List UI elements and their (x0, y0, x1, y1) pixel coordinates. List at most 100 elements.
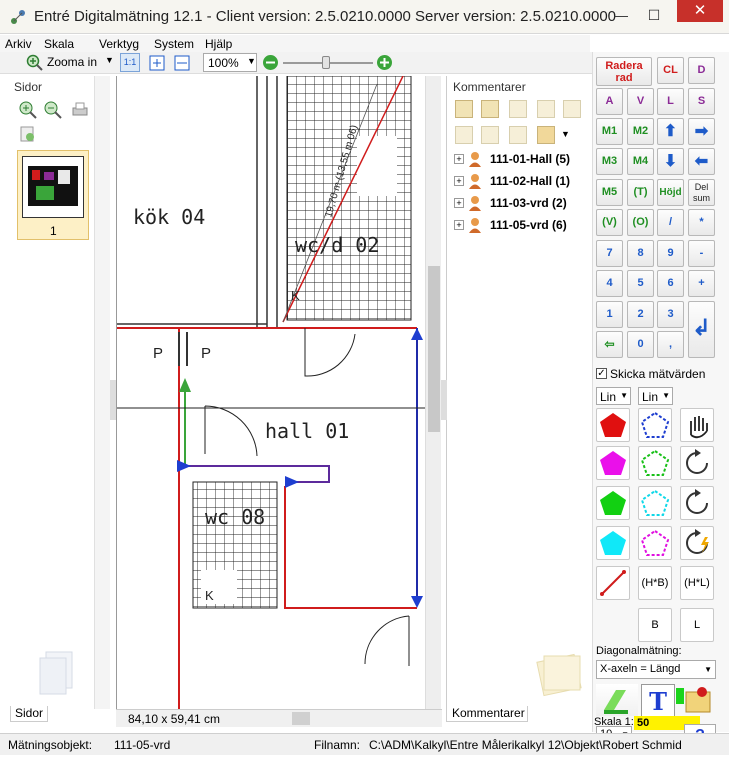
cyan-pentagon-outline-tool[interactable] (638, 486, 672, 520)
arrow-right-icon[interactable]: ➡ (688, 118, 715, 145)
highlighter-tool[interactable] (596, 684, 638, 716)
key-l[interactable]: L (657, 88, 684, 115)
clear-button[interactable]: CL (657, 57, 684, 84)
line-measure-tool[interactable] (596, 566, 630, 600)
key-m1[interactable]: M1 (596, 118, 623, 145)
arrow-left-icon[interactable]: ⬅ (688, 148, 715, 175)
actual-size-button[interactable]: 1:1 (120, 53, 140, 72)
arrow-down-icon[interactable]: ⬇ (657, 148, 684, 175)
key-4[interactable]: 4 (596, 270, 623, 297)
expand-icon[interactable]: + (454, 220, 464, 230)
backspace-icon[interactable]: ⇦ (596, 331, 623, 358)
key-0[interactable]: 0 (627, 331, 654, 358)
key-m2[interactable]: M2 (627, 118, 654, 145)
add-comment-icon[interactable] (455, 100, 473, 118)
edit-comment-icon[interactable] (481, 100, 499, 118)
magenta-pentagon-outline-tool[interactable] (638, 526, 672, 560)
skicka-checkbox[interactable]: ✓ (596, 368, 607, 379)
canvas-vscroll-thumb[interactable] (428, 266, 440, 432)
key-d[interactable]: D (688, 57, 715, 84)
menu-verktyg[interactable]: Verktyg (99, 37, 139, 51)
note-tool-icon[interactable] (680, 684, 716, 716)
key-hojd[interactable]: Höjd (657, 179, 684, 206)
page-thumbnail-selected[interactable]: 1 (17, 150, 89, 240)
key-9[interactable]: 9 (657, 240, 684, 267)
zoom-out-icon[interactable] (43, 100, 63, 120)
comment-action-icon[interactable] (509, 126, 527, 144)
key-a[interactable]: A (596, 88, 623, 115)
key-comma[interactable]: , (657, 331, 684, 358)
b-button[interactable]: B (638, 608, 672, 642)
comment-action-icon[interactable] (481, 126, 499, 144)
key-minus[interactable]: - (688, 240, 715, 267)
key-vv[interactable]: (V) (596, 209, 623, 236)
green-pentagon-tool[interactable] (596, 486, 630, 520)
expand-icon[interactable]: + (454, 198, 464, 208)
line-type-select-2[interactable]: Lin ▼ (638, 387, 673, 405)
hb-button[interactable]: (H*B) (638, 566, 672, 600)
menu-skala[interactable]: Skala (44, 37, 74, 51)
right-splitter[interactable] (441, 380, 447, 420)
key-divide[interactable]: / (657, 209, 684, 236)
comment-action-icon[interactable] (509, 100, 527, 118)
key-oo[interactable]: (O) (627, 209, 654, 236)
green-pentagon-outline-tool[interactable] (638, 446, 672, 480)
fit-width-icon[interactable] (173, 54, 191, 72)
key-s[interactable]: S (688, 88, 715, 115)
radera-rad-button[interactable]: Radera rad (596, 57, 652, 86)
key-m4[interactable]: M4 (627, 148, 654, 175)
key-t[interactable]: (T) (627, 179, 654, 206)
magenta-pentagon-tool[interactable] (596, 446, 630, 480)
tab-kommentarer[interactable]: Kommentarer (446, 706, 528, 722)
expand-icon[interactable]: + (454, 154, 464, 164)
key-1[interactable]: 1 (596, 301, 623, 328)
cyan-pentagon-tool[interactable] (596, 526, 630, 560)
hand-pan-icon[interactable] (680, 408, 714, 442)
expand-icon[interactable]: + (454, 176, 464, 186)
fit-page-icon[interactable] (148, 54, 166, 72)
diagonal-select[interactable]: X-axeln = Längd ▼ (596, 660, 716, 679)
key-delsum[interactable]: Del sum (688, 179, 715, 206)
canvas-hscroll-thumb[interactable] (292, 712, 310, 725)
text-tool-icon[interactable]: T (641, 684, 675, 718)
key-5[interactable]: 5 (627, 270, 654, 297)
rotate-icon[interactable] (680, 486, 714, 520)
zoom-out-circle-icon[interactable] (262, 54, 279, 71)
key-m5[interactable]: M5 (596, 179, 623, 206)
menu-system[interactable]: System (154, 37, 194, 51)
key-8[interactable]: 8 (627, 240, 654, 267)
print-icon[interactable] (70, 100, 90, 120)
key-3[interactable]: 3 (657, 301, 684, 328)
comment-item[interactable]: 111-02-Hall (1) (490, 174, 570, 188)
key-2[interactable]: 2 (627, 301, 654, 328)
key-plus[interactable]: + (688, 270, 715, 297)
hl-button[interactable]: (H*L) (680, 566, 714, 600)
rotate-icon[interactable] (680, 446, 714, 480)
comment-item[interactable]: 111-03-vrd (2) (490, 196, 567, 210)
canvas-vertical-scrollbar[interactable] (425, 76, 441, 709)
key-6[interactable]: 6 (657, 270, 684, 297)
sidor-scrollbar[interactable] (94, 76, 110, 709)
zoom-in-circle-icon[interactable] (376, 54, 393, 71)
key-multiply[interactable]: * (688, 209, 715, 236)
comment-action-icon[interactable] (563, 100, 581, 118)
comment-action-icon[interactable] (455, 126, 473, 144)
chevron-down-icon[interactable]: ▼ (561, 129, 570, 139)
zoom-mode-label[interactable]: Zooma in (47, 55, 97, 69)
blue-pentagon-outline-tool[interactable] (638, 408, 672, 442)
comment-item[interactable]: 111-05-vrd (6) (490, 218, 567, 232)
rotate-lightning-icon[interactable] (680, 526, 714, 560)
zoom-dropdown-chevron-icon[interactable]: ▼ (247, 56, 256, 66)
page-settings-icon[interactable] (18, 124, 38, 144)
line-type-select-1[interactable]: Lin ▼ (596, 387, 631, 405)
minimize-button[interactable]: — (607, 4, 635, 26)
drawing-canvas[interactable]: 19,70 m (13,55 m 06) kök 04 wc/d 02 hall… (116, 76, 426, 709)
tab-sidor[interactable]: Sidor (10, 706, 48, 722)
zoom-in-icon[interactable] (18, 100, 38, 120)
l-button[interactable]: L (680, 608, 714, 642)
maximize-button[interactable]: ☐ (640, 4, 668, 26)
comment-action-icon[interactable] (537, 100, 555, 118)
menu-hjalp[interactable]: Hjälp (205, 37, 232, 51)
key-v[interactable]: V (627, 88, 654, 115)
comment-item[interactable]: 111-01-Hall (5) (490, 152, 570, 166)
